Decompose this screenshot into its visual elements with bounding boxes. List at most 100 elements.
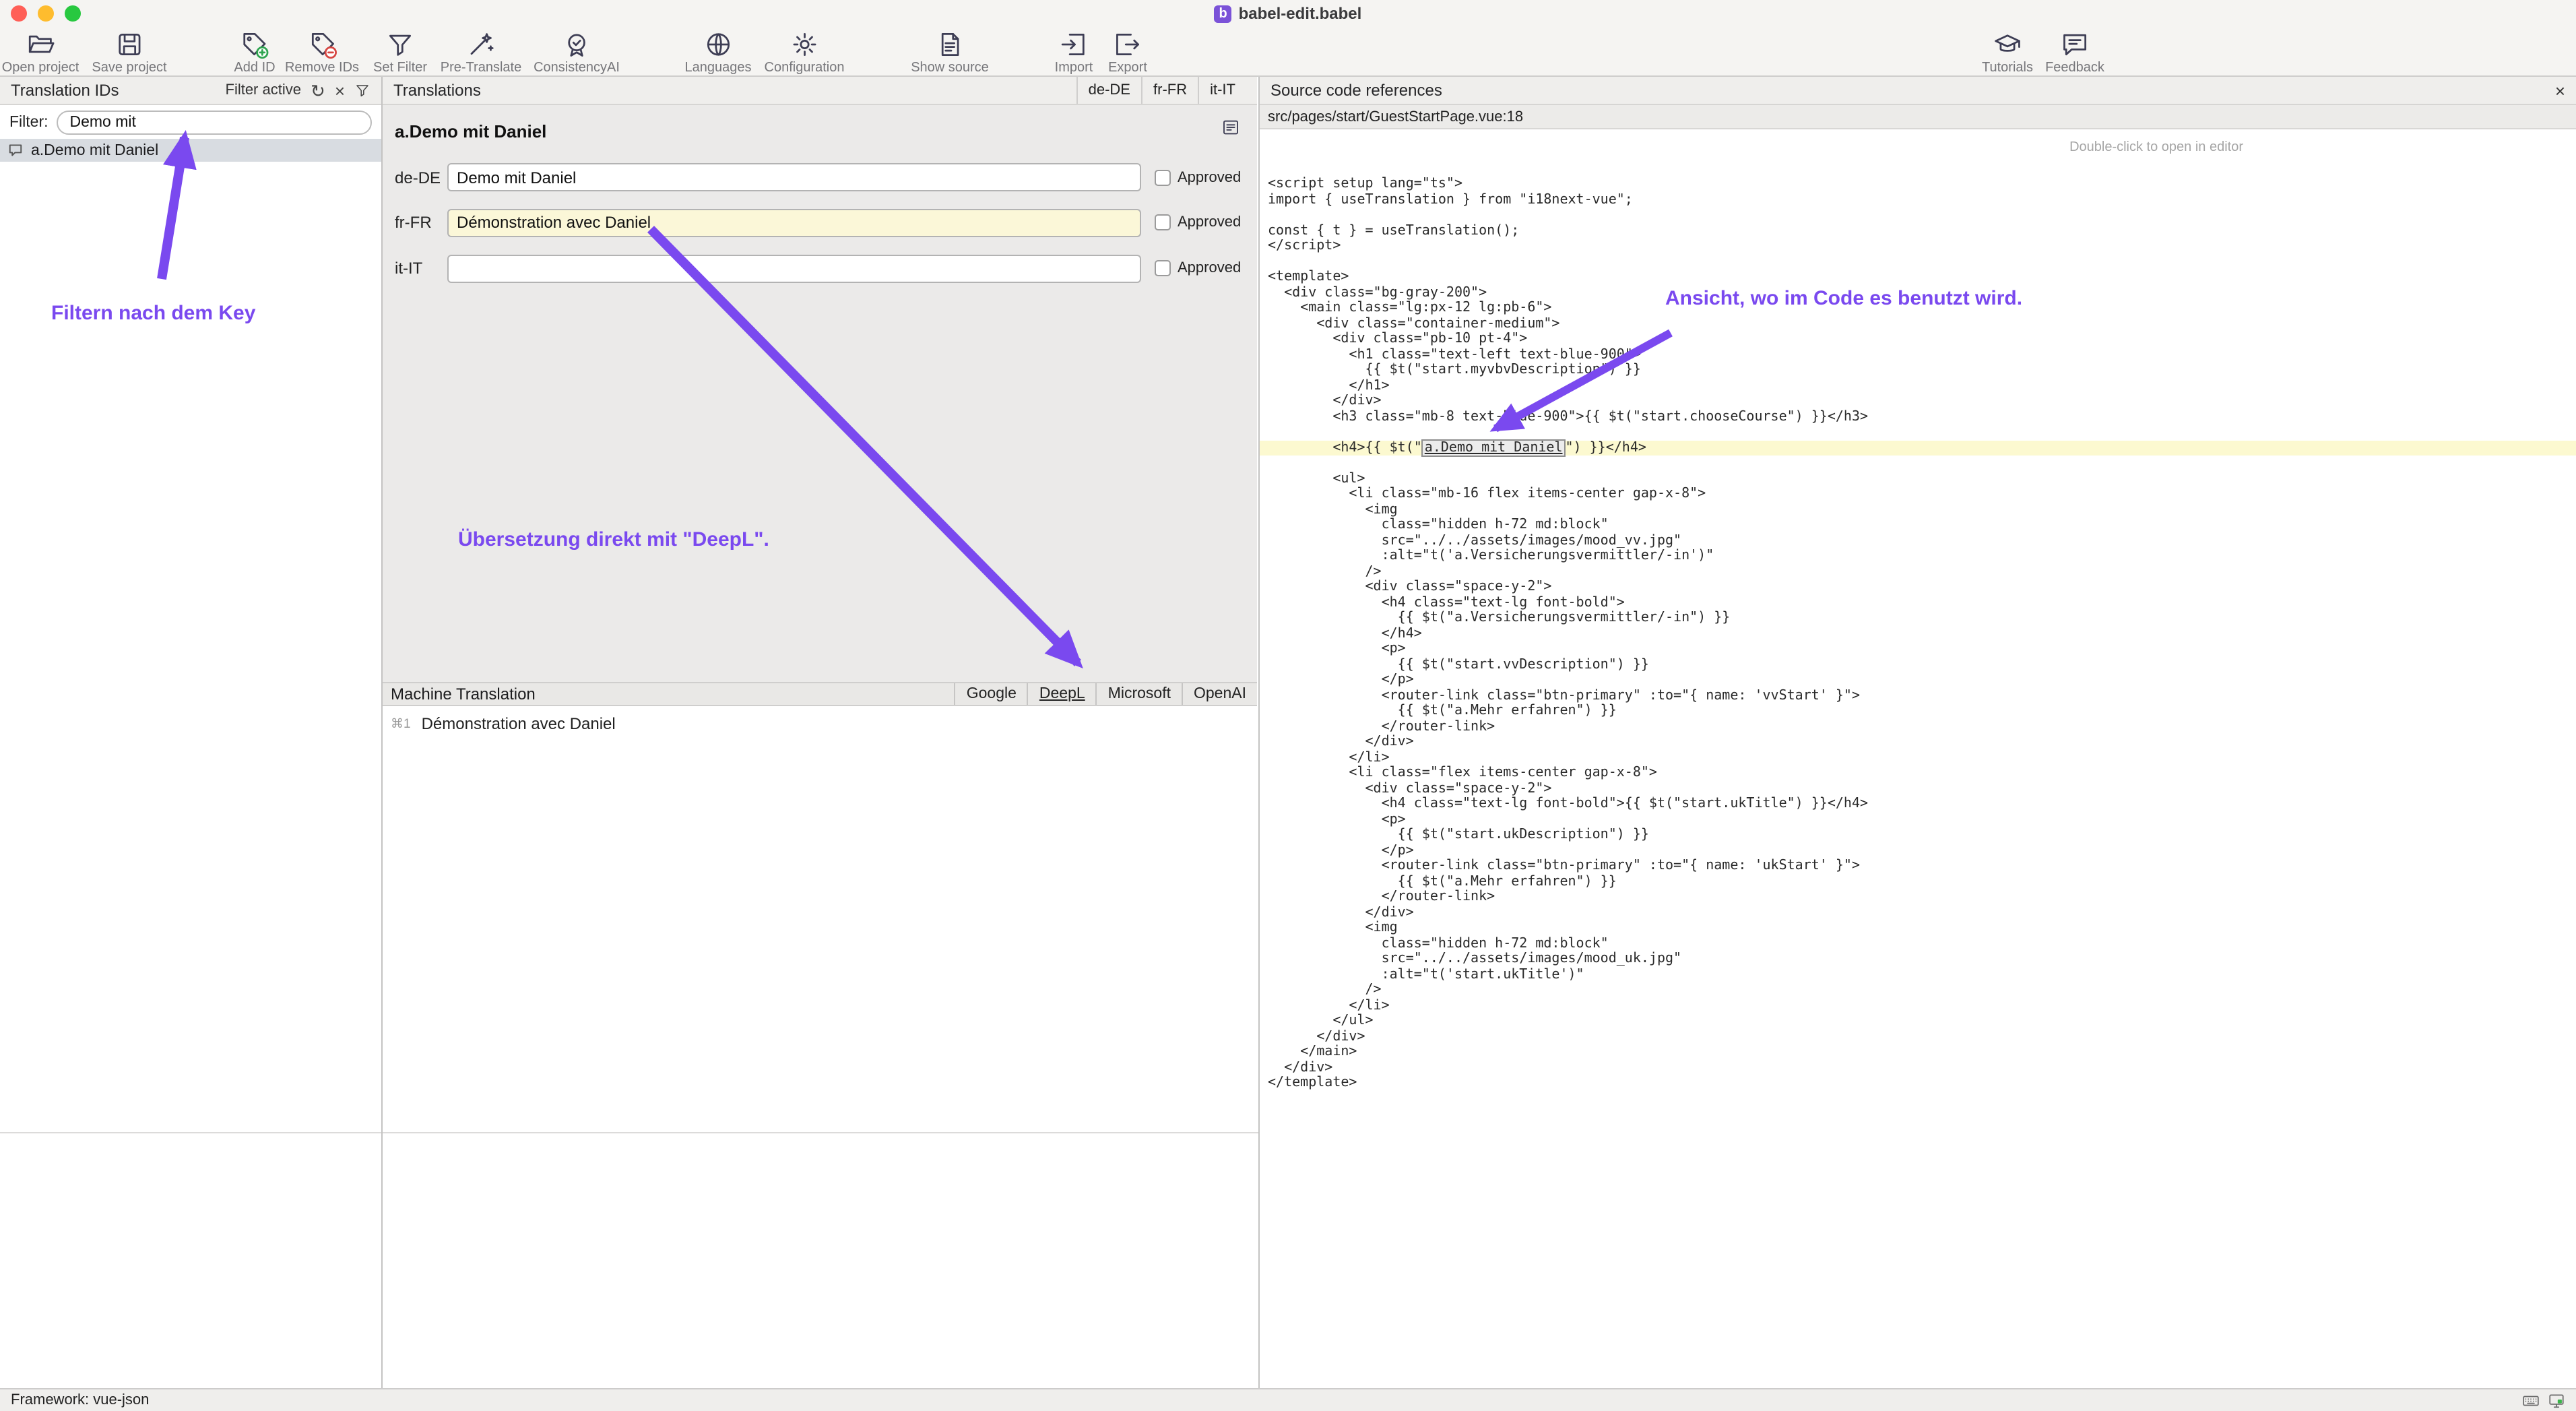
code-line: <div class="space-y-2">: [1260, 781, 2576, 796]
translation-input-fr-FR[interactable]: [447, 208, 1141, 237]
code-line: </div>: [1260, 905, 2576, 920]
panel-title: Translation IDs: [11, 81, 119, 100]
filter-icon[interactable]: [354, 82, 371, 98]
save-icon: [115, 30, 144, 59]
toolbar-label: Show source: [911, 61, 989, 75]
translation-id-label: a.Demo mit Daniel: [31, 142, 158, 158]
mt-tab-openai[interactable]: OpenAI: [1182, 683, 1257, 705]
window-title-text: babel-edit.babel: [1239, 4, 1362, 23]
window-title: b babel-edit.babel: [0, 3, 2576, 24]
source-document-icon: [935, 30, 965, 59]
translations-panel: Translations de-DE fr-FR it-IT a.Demo mi…: [383, 77, 1257, 1388]
add-id-button[interactable]: Add ID: [234, 30, 275, 75]
comment-icon[interactable]: [1221, 117, 1241, 137]
referenced-translation-key[interactable]: a.Demo mit Daniel: [1422, 439, 1566, 456]
close-panel-icon[interactable]: ×: [2555, 82, 2565, 99]
code-line: </div>: [1260, 394, 2576, 409]
clear-filter-icon[interactable]: ×: [335, 82, 345, 99]
approved-checkbox-it-IT[interactable]: [1155, 260, 1171, 276]
tutorials-button[interactable]: Tutorials: [1982, 30, 2033, 75]
language-tab-de-DE[interactable]: de-DE: [1076, 77, 1141, 104]
code-line: </template>: [1260, 1075, 2576, 1091]
entry-title: a.Demo mit Daniel: [395, 121, 546, 142]
annotation-filter-note: Filtern nach dem Key: [51, 302, 255, 325]
panel-splitter-left[interactable]: [381, 77, 383, 1388]
translation-row-it-IT: it-IT Approved: [395, 254, 1241, 282]
code-line: {{ $t("start.vvDescription") }}: [1260, 657, 2576, 672]
code-line: </h1>: [1260, 378, 2576, 394]
code-line: </router-link>: [1260, 889, 2576, 905]
translation-input-it-IT[interactable]: [447, 254, 1141, 282]
translation-ids-header: Translation IDs Filter active ↻ ×: [0, 77, 381, 105]
tag-remove-icon: [307, 30, 337, 59]
filter-icon: [385, 30, 415, 59]
annotation-deepl-note: Übersetzung direkt mit "DeepL".: [458, 528, 769, 551]
pre-translate-button[interactable]: Pre-Translate: [441, 30, 521, 75]
approved-checkbox-fr-FR[interactable]: [1155, 214, 1171, 230]
language-tab-fr-FR[interactable]: fr-FR: [1141, 77, 1198, 104]
translation-form: a.Demo mit Daniel de-DE Approved fr-FR A…: [383, 105, 1257, 682]
filter-input[interactable]: [57, 110, 373, 134]
code-line: </div>: [1260, 1029, 2576, 1044]
code-line: :alt="t('start.ukTitle')": [1260, 967, 2576, 982]
toolbar-label: Configuration: [765, 61, 845, 75]
panel-splitter-right[interactable]: [1258, 77, 1260, 1388]
toolbar-label: ConsistencyAI: [534, 61, 620, 75]
code-line: />: [1260, 982, 2576, 998]
code-line: </ul>: [1260, 1013, 2576, 1029]
tag-add-icon: [240, 30, 269, 59]
language-tab-it-IT[interactable]: it-IT: [1198, 77, 1246, 104]
mt-tab-deepl[interactable]: DeepL: [1027, 683, 1096, 705]
remove-ids-button[interactable]: Remove IDs: [285, 30, 359, 75]
import-button[interactable]: Import: [1055, 30, 1093, 75]
code-line: {{ $t("a.Mehr erfahren") }}: [1260, 703, 2576, 719]
app-icon: b: [1215, 5, 1232, 22]
approved-checkbox-de-DE[interactable]: [1155, 169, 1171, 185]
translation-id-item-selected[interactable]: a.Demo mit Daniel: [0, 139, 381, 162]
export-icon: [1113, 30, 1142, 59]
toolbar-label: Export: [1108, 61, 1147, 75]
horizontal-splitter[interactable]: [0, 1132, 1258, 1133]
file-reference-row[interactable]: src/pages/start/GuestStartPage.vue:18: [1260, 105, 2576, 129]
consistency-ai-button[interactable]: ConsistencyAI: [534, 30, 620, 75]
code-line: <li class="flex items-center gap-x-8">: [1260, 765, 2576, 781]
code-line: </script>: [1260, 239, 2576, 254]
configuration-button[interactable]: Configuration: [765, 30, 845, 75]
open-in-editor-hint: Double-click to open in editor: [2069, 140, 2243, 155]
machine-translation-title: Machine Translation: [391, 685, 536, 703]
code-line: <p>: [1260, 641, 2576, 657]
code-line: <div class="pb-10 pt-4">: [1260, 332, 2576, 347]
filter-active-label: Filter active: [226, 82, 302, 98]
languages-button[interactable]: Languages: [685, 30, 752, 75]
language-tabs: de-DE fr-FR it-IT: [1076, 77, 1246, 104]
feedback-button[interactable]: Feedback: [2045, 30, 2104, 75]
feedback-icon: [2060, 30, 2090, 59]
machine-translation-result[interactable]: ⌘1 Démonstration avec Daniel: [391, 714, 616, 733]
translation-input-de-DE[interactable]: [447, 163, 1141, 191]
filter-label: Filter:: [9, 114, 49, 130]
show-source-button[interactable]: Show source: [911, 30, 989, 75]
keyboard-icon[interactable]: [2522, 1391, 2540, 1409]
magic-wand-icon: [466, 30, 496, 59]
set-filter-button[interactable]: Set Filter: [373, 30, 427, 75]
language-label: it-IT: [395, 259, 447, 278]
toolbar-label: Feedback: [2045, 61, 2104, 75]
save-project-button[interactable]: Save project: [92, 30, 166, 75]
code-line: class="hidden h-72 md:block": [1260, 936, 2576, 951]
mt-tab-google[interactable]: Google: [955, 683, 1027, 705]
toolbar-label: Tutorials: [1982, 61, 2033, 75]
tutorials-icon: [1993, 30, 2022, 59]
open-project-button[interactable]: Open project: [2, 30, 79, 75]
screen-icon[interactable]: [2548, 1391, 2565, 1409]
export-button[interactable]: Export: [1108, 30, 1147, 75]
shortcut-badge: ⌘1: [391, 716, 411, 731]
babeledit-window: b babel-edit.babel Open project Save pro…: [0, 0, 2576, 1411]
code-line: {{ $t("a.Versicherungsvermittler/-in") }…: [1260, 610, 2576, 626]
code-block: <script setup lang="ts">import { useTran…: [1260, 177, 2576, 1091]
approved-label: Approved: [1178, 169, 1241, 185]
code-line: </li>: [1260, 750, 2576, 765]
mt-tab-microsoft[interactable]: Microsoft: [1096, 683, 1182, 705]
code-line: <li class="mb-16 flex items-center gap-x…: [1260, 487, 2576, 502]
refresh-icon[interactable]: ↻: [311, 82, 325, 99]
code-line: src="../../assets/images/mood_uk.jpg": [1260, 951, 2576, 967]
